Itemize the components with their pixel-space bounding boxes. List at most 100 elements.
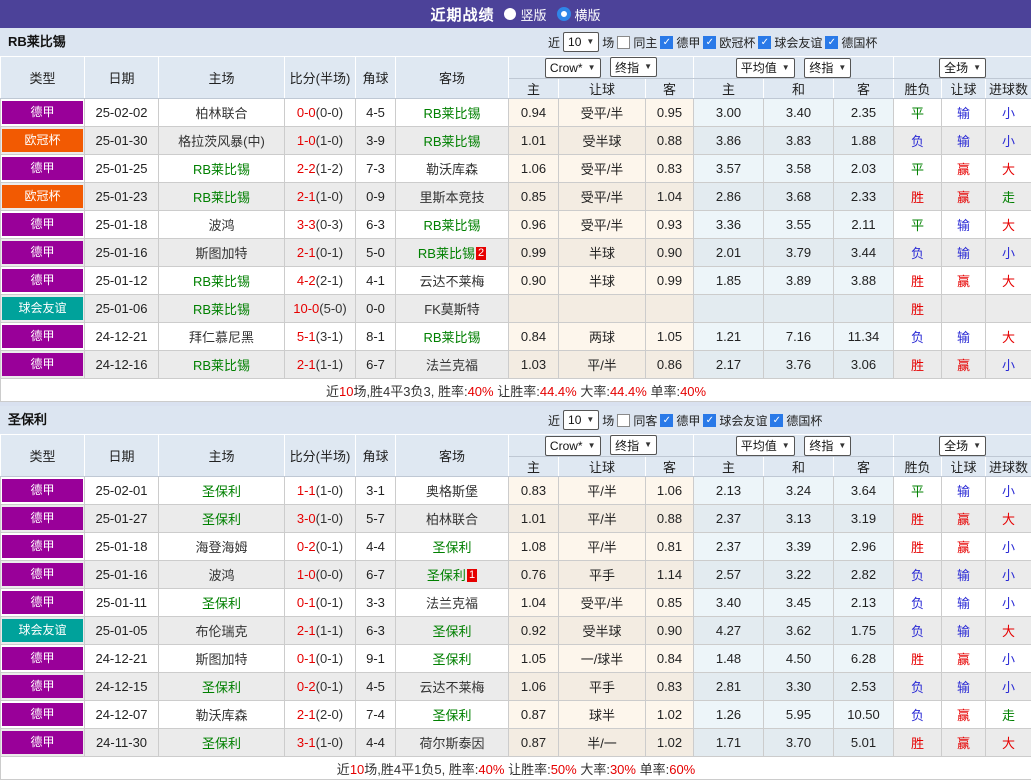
goals-result-cell: 走 [986,183,1031,211]
odds-handicap-cell: 受平/半 [559,99,646,127]
league-checkbox[interactable]: ✓ [703,414,716,427]
score-cell: 3-3(0-3) [285,211,356,239]
corners-cell: 4-1 [356,267,396,295]
games-count-select[interactable]: 10 ▼ [563,410,599,430]
odds-time-select[interactable]: 终指▼ [610,435,657,455]
handicap-result-cell: 输 [942,127,986,155]
away-team-name: 云达不莱梅 [419,680,484,695]
table-row: 德甲25-01-27圣保利3-0(1-0)5-7柏林联合1.01平/半0.882… [1,505,1031,533]
league-cell: 德甲 [1,701,85,729]
league-checkbox[interactable]: ✓ [770,414,783,427]
avg-away-cell: 2.33 [834,183,894,211]
league-checkbox[interactable]: ✓ [758,36,771,49]
avg-time-select[interactable]: 终指▼ [804,436,851,456]
corners-cell: 4-4 [356,533,396,561]
avg-time-select[interactable]: 终指▼ [804,58,851,78]
league-cell: 德甲 [1,211,85,239]
filter-controls: 近10▼场同主✓德甲✓欧冠杯✓球会友谊✓德国杯 [548,28,877,56]
full-score: 4-2 [297,273,316,288]
league-checkbox[interactable]: ✓ [703,36,716,49]
chevron-down-icon: ▼ [586,416,594,424]
corners-cell: 5-7 [356,505,396,533]
league-badge: 德甲 [2,535,83,558]
odds-source-select[interactable]: Crow*▼ [545,58,601,78]
avg-draw-cell: 3.45 [764,589,834,617]
table-row: 德甲24-12-21拜仁慕尼黑5-1(3-1)8-1RB莱比锡0.84两球1.0… [1,323,1031,351]
col-header-away: 客场 [396,57,509,99]
league-checkbox-label: 德国杯 [786,412,822,429]
league-checkbox[interactable]: ✓ [660,36,673,49]
home-team-name: 波鸿 [208,568,234,583]
odds-handicap-cell: 平/半 [559,533,646,561]
col-header-result: 胜负 [894,457,942,477]
games-count-value: 10 [568,413,581,427]
away-team-name: RB莱比锡 [423,330,480,345]
avg-home-cell: 1.48 [694,645,764,673]
games-count-select[interactable]: 10▼ [563,32,599,52]
chevron-down-icon: ▼ [588,442,596,450]
odds-handicap-cell: 半/一 [559,729,646,757]
table-row: 德甲25-01-11圣保利0-1(0-1)3-3法兰克福1.04受平/半0.85… [1,589,1031,617]
result-cell: 负 [894,589,942,617]
home-team-name: 拜仁慕尼黑 [189,330,254,345]
summary-segment: 让胜率: [504,762,550,777]
avg-away-cell: 3.19 [834,505,894,533]
handicap-result-cell: 输 [942,211,986,239]
goals-result-cell: 小 [986,533,1031,561]
summary-row: 近10场,胜4平3负3, 胜率:40% 让胜率:44.4% 大率:44.4% 单… [1,379,1031,402]
team-name-heading: 圣保利 [8,406,47,434]
table-row: 德甲24-12-07勒沃库森2-1(2-0)7-4圣保利0.87球半1.021.… [1,701,1031,729]
full-score: 5-1 [297,329,316,344]
scope-select[interactable]: 全场▼ [939,436,986,456]
league-checkbox[interactable]: ✓ [825,36,838,49]
date-cell: 25-01-18 [85,533,159,561]
result-cell: 胜 [894,729,942,757]
avg-away-cell: 11.34 [834,323,894,351]
half-score: (0-1) [316,595,343,610]
full-score: 0-2 [297,539,316,554]
home-team-cell: 拜仁慕尼黑 [159,323,285,351]
same-side-label: 同主 [633,34,657,51]
table-row: 德甲25-01-18海登海姆0-2(0-1)4-4圣保利1.08平/半0.812… [1,533,1031,561]
avg-home-cell: 1.85 [694,267,764,295]
odds-home-cell: 0.85 [509,183,559,211]
odds-away-cell: 1.02 [646,701,694,729]
result-cell: 平 [894,477,942,505]
away-team-name: 圣保利 [432,708,471,723]
layout-radio-horizontal[interactable]: 横版 [557,5,601,24]
league-checkbox-label: 德国杯 [841,34,877,51]
layout-radio-vertical[interactable]: 竖版 [504,5,546,24]
avg-home-cell: 3.36 [694,211,764,239]
col-header-goals: 进球数 [986,457,1031,477]
odds-time-select[interactable]: 终指▼ [610,57,657,77]
same-side-checkbox[interactable] [617,36,630,49]
result-cell: 负 [894,673,942,701]
scope-select[interactable]: 全场▼ [939,58,986,78]
avg-source-select[interactable]: 平均值▼ [736,58,795,78]
home-team-cell: 波鸿 [159,211,285,239]
odds-home-cell: 1.04 [509,589,559,617]
handicap-result-cell: 输 [942,477,986,505]
filter-controls: 近10▼场同客✓德甲✓球会友谊✓德国杯 [548,406,822,434]
result-cell: 胜 [894,267,942,295]
league-checkbox-label: 球会友谊 [719,412,767,429]
same-side-checkbox[interactable] [617,414,630,427]
half-score: (1-1) [316,357,343,372]
corners-cell: 5-0 [356,239,396,267]
avg-source-select[interactable]: 平均值▼ [736,436,795,456]
home-team-cell: 圣保利 [159,477,285,505]
result-cell: 负 [894,561,942,589]
away-team-name: 圣保利 [432,540,471,555]
half-score: (1-0) [316,483,343,498]
result-cell: 负 [894,323,942,351]
odds-source-select[interactable]: Crow*▼ [545,436,601,456]
full-score: 2-2 [297,161,316,176]
league-checkbox[interactable]: ✓ [660,414,673,427]
odds-away-cell: 1.04 [646,183,694,211]
away-team-name: 圣保利 [432,652,471,667]
league-checkbox-label: 球会友谊 [774,34,822,51]
summary-row: 近10场,胜4平1负5, 胜率:40% 让胜率:50% 大率:30% 单率:60… [1,757,1031,780]
date-cell: 24-12-21 [85,323,159,351]
avg-home-cell: 2.37 [694,533,764,561]
goals-result-cell: 大 [986,617,1031,645]
